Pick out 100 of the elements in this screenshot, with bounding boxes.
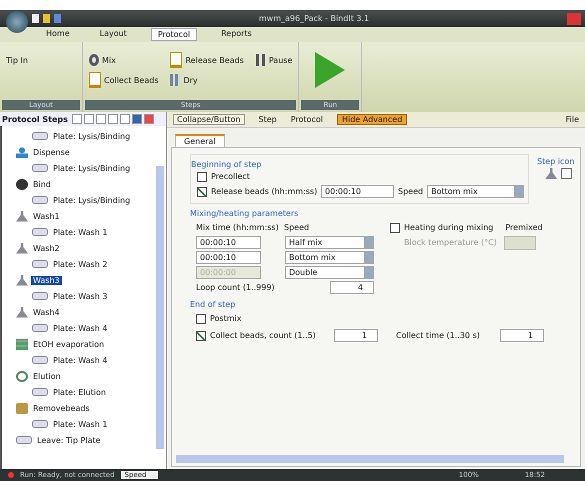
scrollbar[interactable] [176, 455, 564, 463]
toolbar-icon[interactable] [120, 114, 130, 124]
collect-time-label: Collect time (1..30 s) [395, 331, 481, 340]
ribbon-button[interactable]: Dry [183, 76, 198, 84]
tree-item[interactable]: Plate: Elution [51, 388, 108, 396]
plate-icon [32, 292, 48, 300]
plate-icon [32, 196, 48, 204]
toolbar-icon[interactable] [72, 114, 82, 124]
tree-item[interactable]: Plate: Wash 4 [51, 324, 110, 332]
pause-icon [256, 54, 266, 66]
tree-item[interactable]: Plate: Wash 2 [51, 260, 110, 268]
collect-count-spinner[interactable]: 1 [334, 329, 378, 342]
toolbar-icon[interactable] [84, 114, 94, 124]
toolbar-icon[interactable] [96, 114, 106, 124]
window-title: mwm_a96_Pack - BindIt 3.1 [258, 14, 370, 23]
checkbox-label: Release beads (hh:mm:ss) [211, 187, 317, 196]
time-spinner[interactable]: 00:00:10 [196, 236, 261, 249]
ribbon-button[interactable]: Mix [102, 56, 116, 64]
grid-icon [170, 74, 180, 86]
tree-item[interactable]: Plate: Wash 1 [51, 420, 110, 428]
checkbox-label: Collect beads, count (1..5) [210, 331, 317, 340]
tree-item[interactable]: Bind [31, 180, 53, 188]
person-icon [16, 146, 28, 158]
column-label: Speed [284, 223, 310, 232]
plate-icon [16, 436, 32, 444]
tree-item[interactable]: Wash1 [31, 212, 62, 220]
checkbox-label: Heating during mixing [404, 223, 494, 232]
plate-icon [32, 324, 48, 332]
toolbar-icon[interactable] [144, 114, 154, 124]
collect-time-spinner[interactable]: 1 [500, 329, 544, 342]
tree-item[interactable]: Plate: Wash 4 [51, 356, 110, 364]
ribbon-button[interactable]: Tip In [6, 56, 28, 64]
play-icon[interactable] [313, 50, 348, 90]
hide-advanced-button[interactable]: Hide Advanced [336, 114, 408, 125]
ribbon-tab[interactable]: Home [40, 28, 76, 41]
plate-icon [32, 260, 48, 268]
section-title: Step icon [537, 157, 574, 166]
collapse-button[interactable]: Collapse/Button [173, 114, 244, 125]
plate-icon [32, 356, 48, 364]
checkbox[interactable] [197, 186, 207, 196]
speed-dropdown[interactable]: Bottom mix [285, 251, 374, 264]
checkbox[interactable] [390, 222, 400, 232]
time-spinner[interactable]: 00:00:10 [196, 251, 261, 264]
ribbon-button[interactable]: Pause [268, 56, 292, 64]
time-spinner[interactable]: 00:00:10 [321, 185, 394, 198]
column-label: Mix time (hh:mm:ss) [196, 223, 280, 232]
ribbon-tab[interactable]: Layout [94, 28, 133, 41]
document-icon [170, 52, 182, 68]
tree-item[interactable]: Wash4 [31, 308, 62, 316]
tree-item[interactable]: EtOH evaporation [31, 340, 106, 348]
loop-count-label: Loop count (1..999) [196, 283, 276, 292]
speed-dropdown[interactable]: Half mix [285, 236, 374, 249]
tree-item[interactable]: Removebeads [31, 404, 92, 412]
tree-item[interactable]: Plate: Wash 1 [51, 228, 110, 236]
dropdown-button[interactable] [561, 168, 572, 179]
column-label: Premixed [505, 223, 543, 232]
checkbox[interactable] [197, 172, 207, 182]
tree-item[interactable]: Dispense [31, 148, 72, 156]
section-title: Beginning of step [191, 160, 262, 169]
checkbox[interactable] [196, 330, 206, 340]
checkbox[interactable] [196, 314, 206, 324]
ribbon-button[interactable]: Collect Beads [104, 76, 158, 84]
tree-item[interactable]: Plate: Lysis/Binding [51, 132, 132, 140]
plate-icon [32, 228, 48, 236]
grid-icon [16, 338, 28, 350]
loop-count-spinner[interactable]: 4 [330, 281, 374, 294]
checkbox-label: Postmix [210, 314, 242, 323]
plate-icon [32, 132, 48, 140]
ribbon-tab[interactable]: Reports [215, 28, 258, 41]
toolbar-label: Step [258, 115, 277, 124]
plate-icon [32, 164, 48, 172]
ribbon-button[interactable]: Release Beads [185, 56, 244, 64]
toolbar-label: Protocol [290, 115, 323, 124]
tree-item[interactable]: Elution [31, 372, 63, 380]
temperature-field[interactable] [504, 236, 536, 250]
status-icon [8, 472, 14, 478]
section-title: End of step [190, 300, 236, 309]
app-orb-icon[interactable] [6, 10, 28, 32]
general-tab[interactable]: General [175, 134, 225, 147]
tree-item[interactable]: Plate: Lysis/Binding [51, 196, 132, 204]
plate-icon [32, 420, 48, 428]
tree-item[interactable]: Wash3 [31, 276, 62, 284]
tree-item[interactable]: Plate: Wash 3 [51, 292, 110, 300]
tree-item[interactable]: Plate: Lysis/Binding [51, 164, 132, 172]
checkbox-label: Precollect [211, 172, 250, 181]
tree-item[interactable]: Wash2 [31, 244, 62, 252]
document-icon [89, 72, 101, 88]
plate-icon [32, 388, 48, 396]
scrollbar[interactable] [156, 166, 164, 449]
panel-title: Protocol Steps [2, 114, 68, 124]
section-title: Mixing/heating parameters [190, 209, 300, 218]
close-icon[interactable] [567, 12, 581, 24]
ribbon-tab[interactable]: Protocol [150, 28, 198, 41]
temperature-label: Block temperature (°C) [403, 238, 498, 247]
toolbar-icon[interactable] [108, 114, 118, 124]
tree-item[interactable]: Leave: Tip Plate [35, 436, 103, 444]
toolbar-icon[interactable] [132, 114, 142, 124]
file-label: File [566, 115, 579, 124]
speed-dropdown[interactable]: Bottom mix [427, 185, 524, 198]
speed-label: Speed [398, 187, 424, 196]
